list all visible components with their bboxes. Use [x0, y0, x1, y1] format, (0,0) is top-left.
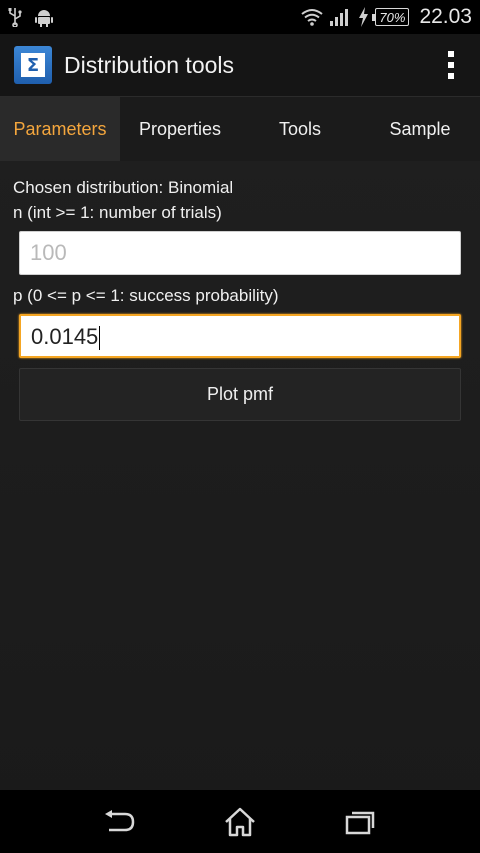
overflow-menu-icon[interactable]	[436, 45, 466, 85]
status-bar: 70% 22.03	[0, 0, 480, 34]
screen: 70% 22.03 Σ Distribution tools Parameter…	[0, 0, 480, 853]
recents-icon[interactable]	[340, 802, 380, 842]
charging-icon	[357, 7, 369, 27]
battery-indicator: 70%	[372, 8, 410, 26]
sigma-icon[interactable]: Σ	[14, 46, 52, 84]
home-icon[interactable]	[220, 802, 260, 842]
action-bar: Σ Distribution tools	[0, 34, 480, 97]
parameters-panel: Chosen distribution: Binomial n (int >= …	[0, 161, 480, 421]
p-probability-value: 0.0145	[31, 324, 99, 349]
clock: 22.03	[419, 5, 472, 28]
p-probability-input[interactable]: 0.0145	[19, 314, 461, 358]
tab-parameters[interactable]: Parameters	[0, 97, 120, 161]
navigation-bar	[0, 790, 480, 853]
back-icon[interactable]	[100, 802, 140, 842]
usb-icon	[8, 7, 22, 27]
n-trials-input[interactable]: 100	[19, 231, 461, 275]
wifi-icon	[301, 8, 324, 26]
tab-bar: Parameters Properties Tools Sample	[0, 97, 480, 161]
tab-sample[interactable]: Sample	[360, 97, 480, 161]
android-debug-icon	[34, 7, 54, 27]
signal-icon	[329, 8, 351, 26]
text-caret	[99, 326, 101, 351]
tab-properties[interactable]: Properties	[120, 97, 240, 161]
n-field-label: n (int >= 1: number of trials)	[13, 203, 222, 222]
tab-tools[interactable]: Tools	[240, 97, 360, 161]
app-title: Distribution tools	[64, 51, 235, 78]
plot-pmf-button[interactable]: Plot pmf	[19, 368, 461, 421]
chosen-distribution-label: Chosen distribution: Binomial	[13, 178, 234, 197]
p-field-label: p (0 <= p <= 1: success probability)	[13, 286, 279, 305]
